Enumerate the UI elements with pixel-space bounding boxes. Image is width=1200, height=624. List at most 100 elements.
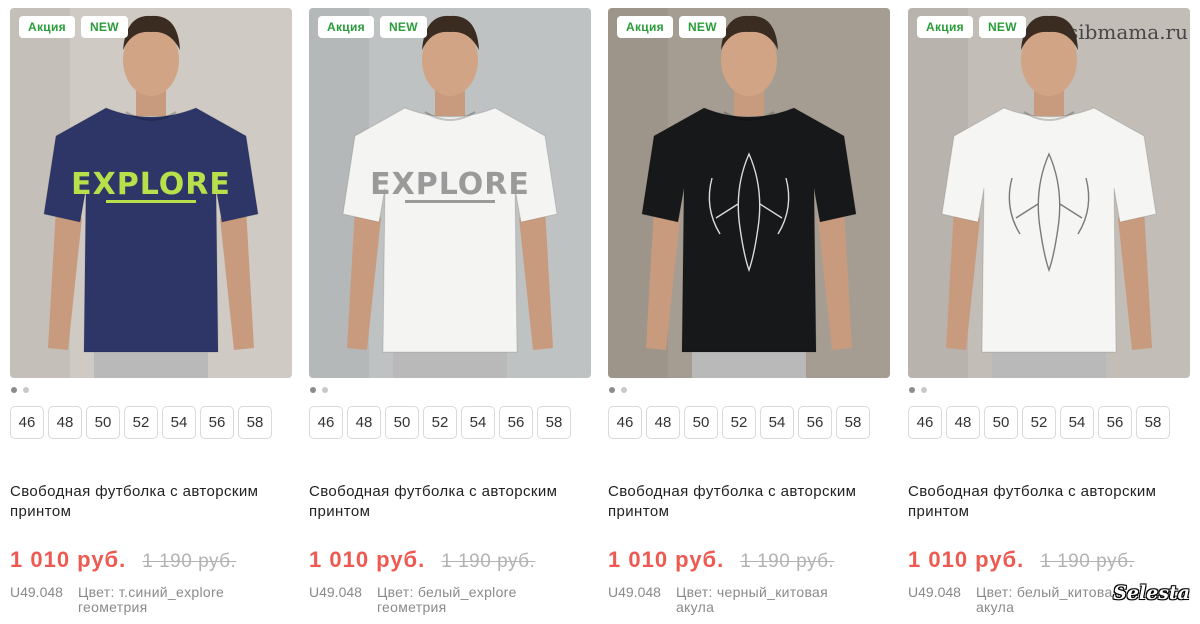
price-current: 1 010 руб. bbox=[309, 547, 426, 572]
badge-group: Акция NEW bbox=[318, 16, 427, 38]
size-option[interactable]: 46 bbox=[608, 406, 642, 439]
size-option[interactable]: 48 bbox=[48, 406, 82, 439]
carousel-dots bbox=[609, 387, 627, 393]
size-option[interactable]: 54 bbox=[162, 406, 196, 439]
size-option[interactable]: 52 bbox=[124, 406, 158, 439]
product-title[interactable]: Свободная футболка с авторским принтом bbox=[10, 482, 292, 522]
carousel-dot[interactable] bbox=[921, 387, 927, 393]
badge-group: Акция NEW bbox=[917, 16, 1026, 38]
tshirt-print-underline bbox=[405, 200, 495, 203]
size-option[interactable]: 46 bbox=[309, 406, 343, 439]
badge-group: Акция NEW bbox=[617, 16, 726, 38]
carousel-dot-active[interactable] bbox=[609, 387, 615, 393]
product-color: Цвет: черный_китовая акула bbox=[675, 584, 828, 615]
product-photo[interactable] bbox=[908, 8, 1190, 378]
price-old: 1 190 руб. bbox=[142, 551, 237, 572]
size-option[interactable]: 50 bbox=[385, 406, 419, 439]
size-option[interactable]: 56 bbox=[798, 406, 832, 439]
new-badge: NEW bbox=[379, 16, 427, 38]
size-option[interactable]: 52 bbox=[1022, 406, 1056, 439]
size-selector: 46 48 50 52 54 56 58 bbox=[908, 406, 1170, 439]
size-selector: 46 48 50 52 54 56 58 bbox=[10, 406, 272, 439]
product-card[interactable]: Акция NEW 46 48 50 52 54 56 58 Свободная… bbox=[908, 8, 1190, 624]
size-option[interactable]: 56 bbox=[499, 406, 533, 439]
product-meta: U49.048 Цвет: т.синий_explore геометрия bbox=[10, 585, 258, 615]
new-badge: NEW bbox=[80, 16, 128, 38]
size-selector: 46 48 50 52 54 56 58 bbox=[309, 406, 571, 439]
size-option[interactable]: 58 bbox=[836, 406, 870, 439]
size-option[interactable]: 50 bbox=[684, 406, 718, 439]
carousel-dots bbox=[11, 387, 29, 393]
price-block: 1 010 руб. 1 190 руб. bbox=[608, 547, 834, 573]
price-block: 1 010 руб. 1 190 руб. bbox=[908, 547, 1134, 573]
product-sku: U49.048 bbox=[608, 584, 661, 600]
new-badge: NEW bbox=[978, 16, 1026, 38]
product-grid: EXPLORE Акция NEW 46 48 50 52 54 56 58 С… bbox=[10, 8, 1192, 624]
size-option[interactable]: 52 bbox=[423, 406, 457, 439]
site-watermark: sibmama.ru bbox=[1067, 20, 1188, 44]
size-option[interactable]: 54 bbox=[1060, 406, 1094, 439]
product-image bbox=[908, 8, 1190, 378]
price-block: 1 010 руб. 1 190 руб. bbox=[10, 547, 236, 573]
size-option[interactable]: 46 bbox=[10, 406, 44, 439]
size-option[interactable]: 48 bbox=[946, 406, 980, 439]
size-option[interactable]: 56 bbox=[200, 406, 234, 439]
size-option[interactable]: 54 bbox=[760, 406, 794, 439]
carousel-dots bbox=[310, 387, 328, 393]
size-option[interactable]: 52 bbox=[722, 406, 756, 439]
sale-badge: Акция bbox=[917, 16, 973, 38]
product-sku: U49.048 bbox=[908, 584, 961, 600]
carousel-dots bbox=[909, 387, 927, 393]
product-card[interactable]: EXPLORE Акция NEW 46 48 50 52 54 56 58 С… bbox=[10, 8, 292, 624]
size-option[interactable]: 46 bbox=[908, 406, 942, 439]
size-option[interactable]: 58 bbox=[238, 406, 272, 439]
tshirt-print-underline bbox=[106, 200, 196, 203]
product-image bbox=[608, 8, 890, 378]
brand-logo-watermark: Selesta bbox=[1113, 582, 1190, 604]
tshirt-print-text: EXPLORE bbox=[71, 167, 231, 202]
size-option[interactable]: 50 bbox=[984, 406, 1018, 439]
carousel-dot-active[interactable] bbox=[11, 387, 17, 393]
sale-badge: Акция bbox=[19, 16, 75, 38]
size-option[interactable]: 54 bbox=[461, 406, 495, 439]
price-old: 1 190 руб. bbox=[740, 551, 835, 572]
price-current: 1 010 руб. bbox=[10, 547, 127, 572]
product-sku: U49.048 bbox=[10, 584, 63, 600]
product-title[interactable]: Свободная футболка с авторским принтом bbox=[908, 482, 1190, 522]
new-badge: NEW bbox=[678, 16, 726, 38]
product-meta: U49.048 Цвет: черный_китовая акула bbox=[608, 585, 856, 615]
carousel-dot-active[interactable] bbox=[909, 387, 915, 393]
size-option[interactable]: 58 bbox=[1136, 406, 1170, 439]
product-card[interactable]: EXPLORE Акция NEW 46 48 50 52 54 56 58 С… bbox=[309, 8, 591, 624]
product-color: Цвет: т.синий_explore геометрия bbox=[77, 584, 225, 615]
carousel-dot[interactable] bbox=[23, 387, 29, 393]
product-card[interactable]: Акция NEW 46 48 50 52 54 56 58 Свободная… bbox=[608, 8, 890, 624]
price-old: 1 190 руб. bbox=[441, 551, 536, 572]
price-current: 1 010 руб. bbox=[608, 547, 725, 572]
size-option[interactable]: 50 bbox=[86, 406, 120, 439]
badge-group: Акция NEW bbox=[19, 16, 128, 38]
product-color: Цвет: белый_explore геометрия bbox=[376, 584, 517, 615]
carousel-dot[interactable] bbox=[322, 387, 328, 393]
product-title[interactable]: Свободная футболка с авторским принтом bbox=[309, 482, 591, 522]
product-photo[interactable]: EXPLORE bbox=[309, 8, 591, 378]
carousel-dot-active[interactable] bbox=[310, 387, 316, 393]
size-option[interactable]: 48 bbox=[347, 406, 381, 439]
product-image: EXPLORE bbox=[10, 8, 292, 378]
size-option[interactable]: 48 bbox=[646, 406, 680, 439]
price-block: 1 010 руб. 1 190 руб. bbox=[309, 547, 535, 573]
size-selector: 46 48 50 52 54 56 58 bbox=[608, 406, 870, 439]
product-title[interactable]: Свободная футболка с авторским принтом bbox=[608, 482, 890, 522]
product-meta: U49.048 Цвет: белый_explore геометрия bbox=[309, 585, 557, 615]
size-option[interactable]: 56 bbox=[1098, 406, 1132, 439]
product-photo[interactable]: EXPLORE bbox=[10, 8, 292, 378]
sale-badge: Акция bbox=[617, 16, 673, 38]
product-sku: U49.048 bbox=[309, 584, 362, 600]
size-option[interactable]: 58 bbox=[537, 406, 571, 439]
carousel-dot[interactable] bbox=[621, 387, 627, 393]
tshirt-print-text: EXPLORE bbox=[370, 167, 530, 202]
product-photo[interactable] bbox=[608, 8, 890, 378]
price-current: 1 010 руб. bbox=[908, 547, 1025, 572]
price-old: 1 190 руб. bbox=[1040, 551, 1135, 572]
sale-badge: Акция bbox=[318, 16, 374, 38]
